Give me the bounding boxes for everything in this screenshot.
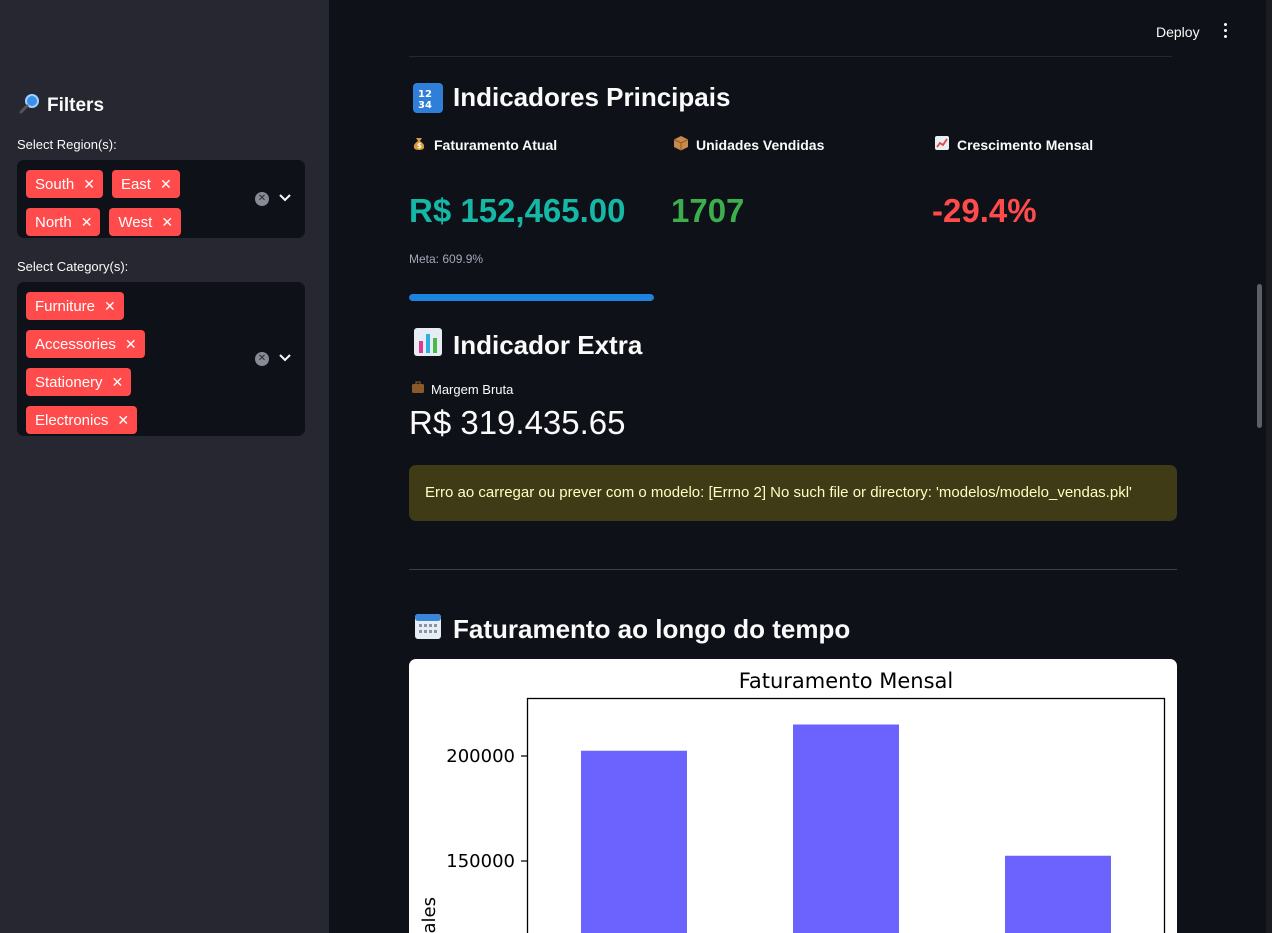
metric-value-crescimento: -29.4% bbox=[932, 192, 1037, 229]
money-bag-icon: $ bbox=[411, 135, 427, 154]
svg-text:12: 12 bbox=[418, 89, 432, 100]
calendar-icon bbox=[413, 611, 443, 648]
metric-value-unidades: 1707 bbox=[671, 192, 745, 229]
remove-chip-icon[interactable]: ✕ bbox=[161, 215, 173, 229]
region-chip[interactable]: South ✕ bbox=[26, 170, 103, 198]
y-tick-label: 150000 bbox=[446, 851, 515, 872]
sales-bar-chart: Faturamento Mensal 200000 150000 Sales bbox=[419, 669, 1166, 933]
more-menu-icon[interactable] bbox=[1222, 23, 1228, 38]
category-chip[interactable]: Furniture ✕ bbox=[26, 292, 124, 320]
remove-chip-icon[interactable]: ✕ bbox=[83, 177, 95, 191]
header-divider bbox=[409, 56, 1172, 57]
remove-chip-icon[interactable]: ✕ bbox=[117, 413, 129, 427]
timeline-heading: Faturamento ao longo do tempo bbox=[413, 611, 850, 648]
chart-title: Faturamento Mensal bbox=[739, 669, 954, 693]
meta-text: Meta: 609.9% bbox=[409, 252, 484, 266]
chart-bar bbox=[793, 724, 899, 933]
y-tick-label: 200000 bbox=[446, 746, 515, 767]
package-icon bbox=[673, 135, 689, 154]
remove-chip-icon[interactable]: ✕ bbox=[160, 177, 172, 191]
svg-text:34: 34 bbox=[418, 100, 432, 110]
region-multiselect[interactable]: South ✕ East ✕ North ✕ West ✕ ✕ bbox=[17, 160, 305, 238]
category-chip[interactable]: Stationery ✕ bbox=[26, 368, 132, 396]
metric-label-crescimento: Crescimento Mensal bbox=[934, 135, 1093, 154]
metric-label-unidades: Unidades Vendidas bbox=[673, 135, 824, 154]
progress-fill bbox=[409, 294, 654, 301]
chevron-down-icon[interactable] bbox=[279, 353, 291, 365]
region-chip[interactable]: East ✕ bbox=[111, 170, 180, 198]
chevron-down-icon[interactable] bbox=[279, 193, 291, 205]
sidebar: Filters Select Region(s): South ✕ East ✕ N… bbox=[0, 0, 329, 933]
svg-text:$: $ bbox=[417, 142, 422, 150]
indicadores-title: Indicadores Principais bbox=[453, 82, 731, 112]
scrollbar-track[interactable] bbox=[1255, 0, 1263, 933]
category-multiselect[interactable]: Furniture ✕ Accessories ✕ Stationery ✕ Elec… bbox=[17, 282, 305, 436]
extra-title: Indicador Extra bbox=[453, 330, 643, 360]
deploy-button[interactable]: Deploy bbox=[1156, 24, 1200, 40]
category-chip[interactable]: Electronics ✕ bbox=[26, 406, 138, 434]
window-edge bbox=[1266, 0, 1272, 933]
briefcase-icon bbox=[411, 381, 425, 397]
margem-value: R$ 319.435.65 bbox=[409, 404, 626, 441]
chart-bar bbox=[1005, 855, 1111, 933]
timeline-title: Faturamento ao longo do tempo bbox=[453, 614, 851, 644]
filters-heading: Filters bbox=[47, 95, 105, 116]
magnifier-icon bbox=[19, 92, 41, 120]
remove-chip-icon[interactable]: ✕ bbox=[112, 375, 124, 389]
margem-label: Margem Bruta bbox=[411, 381, 513, 397]
extra-heading: Indicador Extra bbox=[413, 327, 642, 364]
chart-card: Faturamento Mensal 200000 150000 Sales bbox=[409, 659, 1177, 933]
bar-chart-icon bbox=[413, 327, 443, 364]
category-chip[interactable]: Accessories ✕ bbox=[26, 330, 145, 358]
error-alert: Erro ao carregar ou prever com o modelo:… bbox=[409, 465, 1177, 521]
region-chip[interactable]: North ✕ bbox=[26, 208, 101, 236]
remove-chip-icon[interactable]: ✕ bbox=[104, 299, 116, 313]
scrollbar-thumb[interactable] bbox=[1257, 284, 1262, 428]
numbers-icon: 12 34 bbox=[413, 82, 443, 113]
y-axis-label: Sales bbox=[419, 897, 440, 933]
sidebar-title: Filters bbox=[19, 92, 104, 120]
remove-chip-icon[interactable]: ✕ bbox=[81, 215, 93, 229]
clear-all-icon[interactable]: ✕ bbox=[255, 192, 269, 206]
metric-value-faturamento: R$ 152,465.00 bbox=[409, 192, 626, 229]
remove-chip-icon[interactable]: ✕ bbox=[125, 337, 137, 351]
indicadores-heading: 12 34 Indicadores Principais bbox=[413, 82, 730, 113]
region-chip[interactable]: West ✕ bbox=[109, 208, 182, 236]
category-label: Select Category(s): bbox=[17, 259, 129, 274]
metric-label-faturamento: $ Faturamento Atual bbox=[411, 135, 557, 154]
chart-bar bbox=[581, 750, 687, 933]
chart-up-icon bbox=[934, 135, 950, 154]
region-label: Select Region(s): bbox=[17, 137, 117, 152]
meta-progress-bar bbox=[409, 294, 654, 301]
section-divider bbox=[409, 569, 1177, 570]
clear-all-icon[interactable]: ✕ bbox=[255, 352, 269, 366]
